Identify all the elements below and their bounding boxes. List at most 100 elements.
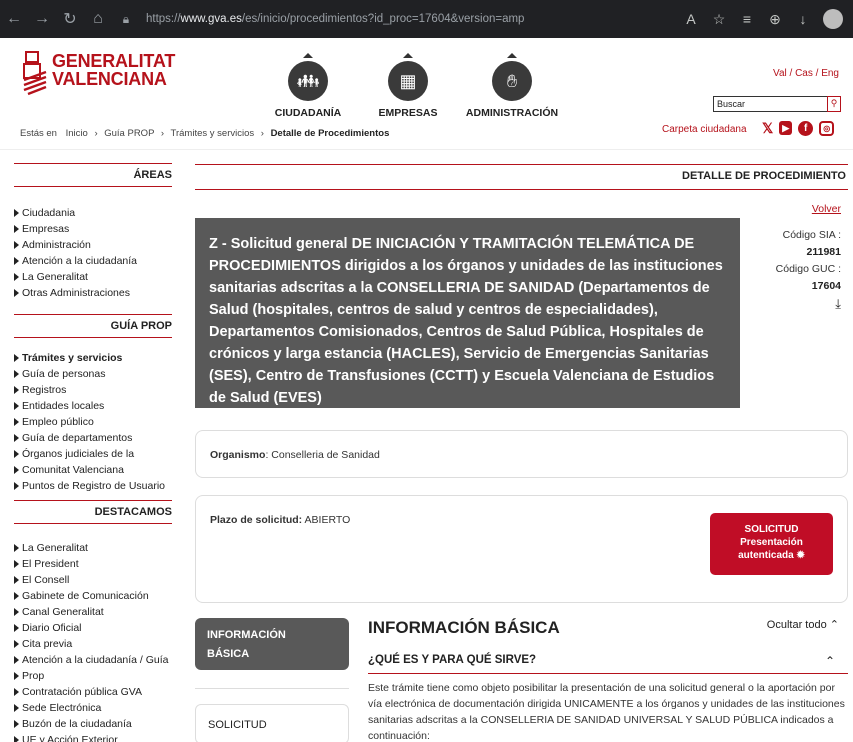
- caret-icon: [507, 53, 517, 58]
- carpeta-ciudadana-link[interactable]: Carpeta ciudadana: [662, 124, 747, 135]
- destacamos-item[interactable]: Sede Electrónica: [14, 700, 174, 716]
- destacamos-list: La Generalitat El President El Consell G…: [14, 540, 174, 742]
- ocultar-todo-button[interactable]: Ocultar todo ⌃: [767, 618, 839, 631]
- header-divider: [0, 149, 853, 150]
- guia-item[interactable]: Guía de departamentos: [14, 430, 174, 446]
- certificate-icon: ✹: [796, 550, 805, 561]
- tab-informacion-basica[interactable]: INFORMACIÓN BÁSICA: [195, 618, 349, 670]
- gva-logo[interactable]: GENERALITAT VALENCIANA: [20, 50, 175, 100]
- guia-prop-heading: GUÍA PROP: [14, 314, 172, 338]
- nav-ciudadania[interactable]: 👪︎ CIUDADANÍA: [258, 53, 358, 119]
- collections-icon[interactable]: ⊕: [761, 11, 789, 28]
- area-item[interactable]: Administración: [14, 237, 174, 253]
- destacamos-item[interactable]: Cita previa: [14, 636, 174, 652]
- building-icon: ▦: [388, 61, 428, 101]
- destacamos-item[interactable]: Canal Generalitat: [14, 604, 174, 620]
- area-item[interactable]: Empresas: [14, 221, 174, 237]
- favorites-list-icon[interactable]: ≡: [733, 11, 761, 27]
- que-es-description: Este trámite tiene como objeto posibilit…: [368, 682, 845, 742]
- home-icon[interactable]: ⌂: [84, 10, 112, 28]
- guia-item[interactable]: Órganos judiciales de la: [14, 446, 174, 462]
- chevron-up-icon[interactable]: ⌃: [825, 654, 835, 668]
- breadcrumb-separator-icon: ›: [160, 128, 165, 139]
- area-item[interactable]: La Generalitat: [14, 269, 174, 285]
- destacamos-item[interactable]: Atención a la ciudadanía / Guía: [14, 652, 174, 668]
- read-aloud-icon[interactable]: A: [677, 11, 705, 27]
- organismo-card: Organismo: Conselleria de Sanidad: [195, 430, 848, 478]
- areas-heading: ÁREAS: [14, 163, 172, 187]
- solicitud-button-line2: Presentación: [740, 537, 803, 548]
- que-es-heading[interactable]: ¿QUÉ ES Y PARA QUÉ SIRVE?: [368, 654, 536, 666]
- guia-item[interactable]: Empleo público: [14, 414, 174, 430]
- chevron-up-icon: ⌃: [829, 619, 839, 631]
- nav-administracion-label: ADMINISTRACIÓN: [465, 107, 559, 119]
- tab-solicitud[interactable]: SOLICITUD: [195, 704, 349, 742]
- destacamos-item[interactable]: El Consell: [14, 572, 174, 588]
- destacamos-item[interactable]: La Generalitat: [14, 540, 174, 556]
- social-links: 𝕏 ▶ f ◎: [762, 120, 835, 137]
- procedure-title: Z - Solicitud general DE INICIACIÓN Y TR…: [195, 218, 740, 408]
- tab-info-line2: BÁSICA: [207, 648, 250, 660]
- volver-link[interactable]: Volver: [812, 203, 841, 215]
- youtube-icon[interactable]: ▶: [779, 121, 793, 135]
- ocultar-label: Ocultar todo: [766, 619, 827, 631]
- solicitud-button-line1: SOLICITUD: [744, 524, 799, 535]
- breadcrumb-current: Detalle de Procedimientos: [270, 128, 390, 139]
- download-icon[interactable]: ⤓: [776, 295, 841, 312]
- destacamos-item[interactable]: Buzón de la ciudadanía: [14, 716, 174, 732]
- x-icon[interactable]: 𝕏: [762, 120, 773, 137]
- solicitud-button[interactable]: SOLICITUD Presentación autenticada ✹: [710, 513, 833, 575]
- logo-line2: VALENCIANA: [52, 69, 167, 89]
- codigo-guc-label: Código GUC :: [775, 263, 841, 275]
- back-icon[interactable]: ←: [0, 10, 28, 28]
- nav-empresas[interactable]: ▦ EMPRESAS: [358, 53, 458, 119]
- handshake-icon: ✋︎: [492, 61, 532, 101]
- url-domain: www.gva.es: [180, 13, 242, 25]
- area-item[interactable]: Ciudadania: [14, 205, 174, 221]
- facebook-icon[interactable]: f: [798, 121, 814, 136]
- download-icon[interactable]: ↓: [789, 11, 817, 27]
- breadcrumb-prefix: Estás en: [20, 128, 57, 139]
- destacamos-item-continued[interactable]: Prop: [14, 668, 174, 684]
- guia-item[interactable]: Registros: [14, 382, 174, 398]
- codigo-guc-value: 17604: [811, 280, 841, 292]
- breadcrumb-separator-icon: ›: [94, 128, 98, 139]
- favorite-icon[interactable]: ☆: [705, 11, 733, 28]
- guia-item[interactable]: Trámites y servicios: [14, 350, 174, 366]
- caret-icon: [303, 53, 313, 58]
- area-item[interactable]: Otras Administraciones: [14, 285, 174, 301]
- search-input[interactable]: Buscar ⚲: [713, 96, 841, 112]
- guia-prop-list: Trámites y servicios Guía de personas Re…: [14, 350, 174, 494]
- caret-icon: [403, 53, 413, 58]
- breadcrumb-tramites[interactable]: Trámites y servicios: [171, 128, 255, 139]
- breadcrumb-guia-prop[interactable]: Guía PROP: [104, 128, 154, 139]
- guia-item[interactable]: Guía de personas: [14, 366, 174, 382]
- destacamos-item[interactable]: El President: [14, 556, 174, 572]
- nav-empresas-label: EMPRESAS: [378, 107, 438, 119]
- browser-toolbar: ← → ↻ ⌂ 🔒︎ https://www.gva.es/es/inicio/…: [0, 0, 853, 38]
- language-selector[interactable]: Val / Cas / Eng: [773, 68, 839, 79]
- breadcrumb-inicio[interactable]: Inicio: [66, 128, 88, 139]
- area-item[interactable]: Atención a la ciudadanía: [14, 253, 174, 269]
- nav-administracion[interactable]: ✋︎ ADMINISTRACIÓN: [462, 53, 562, 119]
- guia-item[interactable]: Entidades locales: [14, 398, 174, 414]
- profile-avatar[interactable]: [823, 9, 843, 29]
- destacamos-item[interactable]: Diario Oficial: [14, 620, 174, 636]
- destacamos-item[interactable]: Gabinete de Comunicación: [14, 588, 174, 604]
- guia-item[interactable]: Puntos de Registro de Usuario: [14, 478, 174, 494]
- instagram-icon[interactable]: ◎: [819, 121, 835, 136]
- carpeta-label: Carpeta ciudadana: [662, 124, 747, 135]
- address-bar[interactable]: https://www.gva.es/es/inicio/procedimien…: [146, 13, 524, 25]
- detalle-heading: DETALLE DE PROCEDIMIENTO: [195, 164, 848, 190]
- breadcrumb-separator-icon: ›: [260, 128, 264, 139]
- destacamos-item[interactable]: UE y Acción Exterior: [14, 732, 174, 742]
- guia-item-continued[interactable]: Comunitat Valenciana: [14, 462, 174, 478]
- coat-of-arms-icon: [23, 51, 47, 96]
- search-placeholder: Buscar: [717, 99, 746, 109]
- codigo-sia-value: 211981: [806, 246, 841, 258]
- destacamos-item[interactable]: Contratación pública GVA: [14, 684, 174, 700]
- search-icon[interactable]: ⚲: [827, 96, 841, 112]
- lock-icon[interactable]: 🔒︎: [112, 12, 140, 27]
- reload-icon[interactable]: ↻: [56, 9, 84, 29]
- forward-icon[interactable]: →: [28, 10, 56, 28]
